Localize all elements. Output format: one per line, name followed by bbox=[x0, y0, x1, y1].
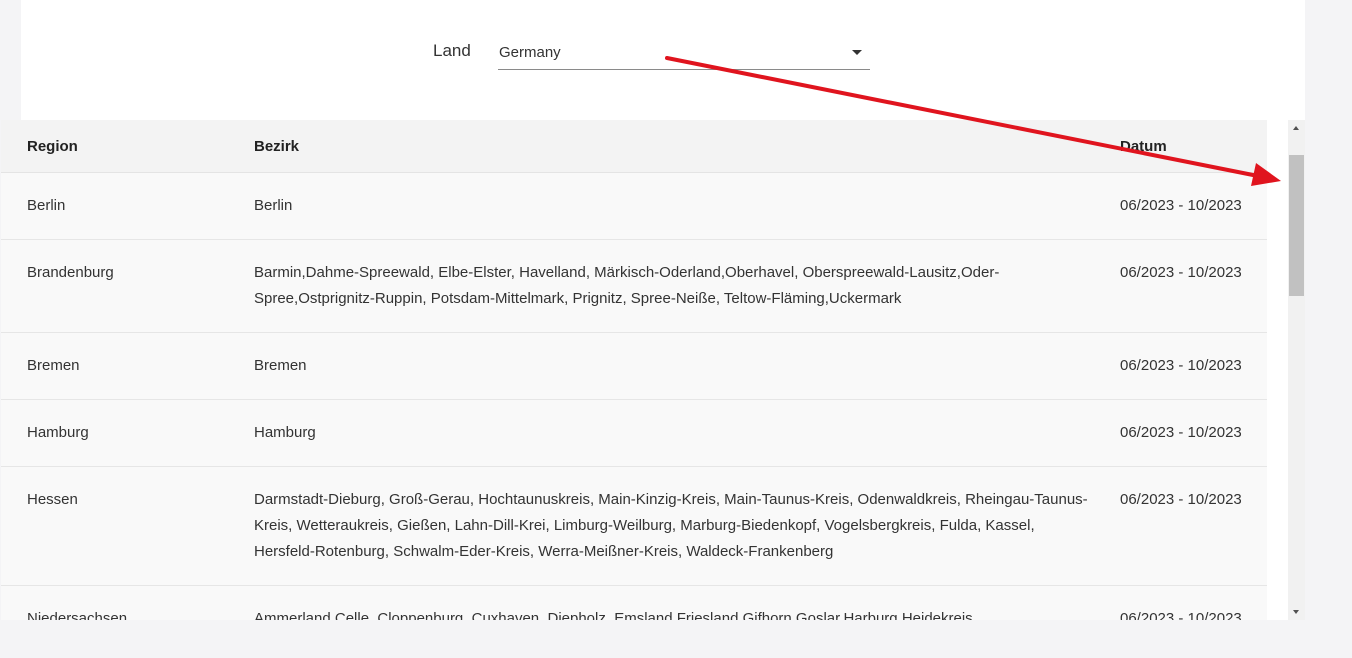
region-table: Region Bezirk Datum Berlin Berlin 06/202… bbox=[1, 120, 1267, 620]
arrow-up-icon[interactable] bbox=[1288, 120, 1305, 137]
cell-bezirk: Hamburg bbox=[254, 399, 1120, 467]
cell-region: Brandenburg bbox=[1, 239, 254, 333]
filter-row: Land Germany bbox=[21, 0, 1305, 120]
cell-datum: 06/2023 - 10/2023 bbox=[1120, 399, 1267, 467]
table-row[interactable]: Brandenburg Barmin,Dahme-Spreewald, Elbe… bbox=[1, 239, 1267, 333]
table-header-row: Region Bezirk Datum bbox=[1, 120, 1267, 173]
cell-datum: 06/2023 - 10/2023 bbox=[1120, 332, 1267, 400]
cell-bezirk: Berlin bbox=[254, 172, 1120, 240]
cell-bezirk: Bremen bbox=[254, 332, 1120, 400]
cell-region: Hessen bbox=[1, 466, 254, 586]
chevron-down-icon[interactable] bbox=[852, 50, 862, 55]
cell-region: Berlin bbox=[1, 172, 254, 240]
cell-bezirk: Ammerland,Celle, Cloppenburg, Cuxhaven, … bbox=[254, 585, 1120, 620]
scrollbar-thumb[interactable] bbox=[1289, 155, 1304, 296]
cell-region: Bremen bbox=[1, 332, 254, 400]
cell-datum: 06/2023 - 10/2023 bbox=[1120, 172, 1267, 240]
table-row[interactable]: Niedersachsen Ammerland,Celle, Cloppenbu… bbox=[1, 585, 1267, 620]
land-select[interactable]: Germany bbox=[498, 37, 870, 70]
cell-datum: 06/2023 - 10/2023 bbox=[1120, 466, 1267, 586]
arrow-down-icon[interactable] bbox=[1288, 603, 1305, 620]
table-row[interactable]: Hamburg Hamburg 06/2023 - 10/2023 bbox=[1, 399, 1267, 467]
column-header-bezirk[interactable]: Bezirk bbox=[254, 120, 1120, 173]
table-row[interactable]: Berlin Berlin 06/2023 - 10/2023 bbox=[1, 172, 1267, 240]
cell-datum: 06/2023 - 10/2023 bbox=[1120, 585, 1267, 620]
cell-bezirk: Darmstadt-Dieburg, Groß-Gerau, Hochtaunu… bbox=[254, 466, 1120, 586]
land-select-value: Germany bbox=[499, 44, 561, 61]
land-label: Land bbox=[433, 41, 471, 60]
region-table-container: Region Bezirk Datum Berlin Berlin 06/202… bbox=[1, 120, 1267, 620]
cell-region: Niedersachsen bbox=[1, 585, 254, 620]
cell-bezirk: Barmin,Dahme-Spreewald, Elbe-Elster, Hav… bbox=[254, 239, 1120, 333]
table-row[interactable]: Bremen Bremen 06/2023 - 10/2023 bbox=[1, 332, 1267, 400]
column-header-region[interactable]: Region bbox=[1, 120, 254, 173]
table-row[interactable]: Hessen Darmstadt-Dieburg, Groß-Gerau, Ho… bbox=[1, 466, 1267, 586]
cell-datum: 06/2023 - 10/2023 bbox=[1120, 239, 1267, 333]
column-header-datum[interactable]: Datum bbox=[1120, 120, 1267, 173]
table-scrollbar[interactable] bbox=[1288, 120, 1305, 620]
cell-region: Hamburg bbox=[1, 399, 254, 467]
